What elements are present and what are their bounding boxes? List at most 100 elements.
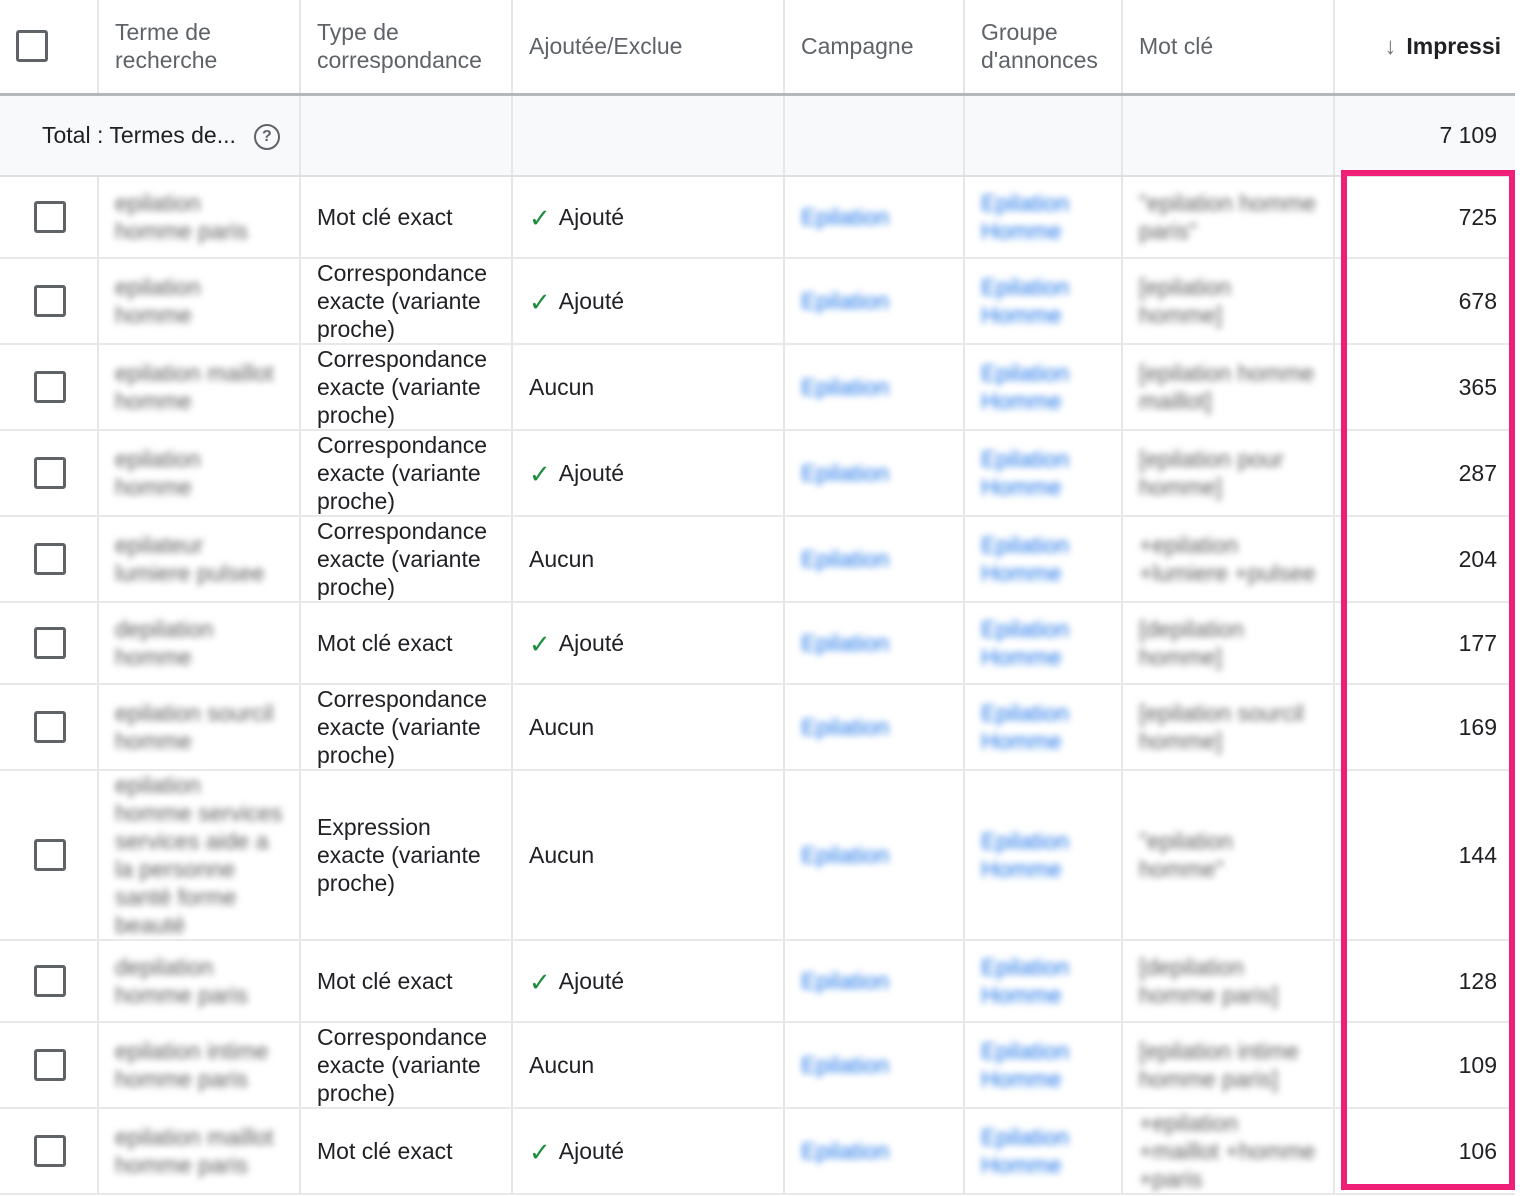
match-type: Expression exacte (variante proche) [299,770,512,941]
row-checkbox[interactable] [34,965,66,997]
added-excluded-cell: ✓ Ajouté [511,176,784,259]
campaign-link[interactable]: Epilation [801,1052,889,1078]
table-row[interactable]: epilateur lumiere pulsee Correspondance e… [0,516,1515,603]
search-terms-table: Terme de recherche Type de correspondanc… [0,0,1515,1195]
row-checkbox[interactable] [34,1135,66,1167]
table-row[interactable]: depilation homme paris Mot clé exact ✓ Ajou… [0,940,1515,1023]
table-row[interactable]: epilation homme services services aide a… [0,770,1515,941]
campaign-link[interactable]: Epilation [801,1138,889,1164]
keyword: [epilation sourcil homme] [1139,700,1304,754]
column-header-match-type[interactable]: Type de correspondance [299,0,512,96]
campaign-cell: Epilation [783,940,964,1023]
row-checkbox[interactable] [34,711,66,743]
ad-group-link[interactable]: Epilation Homme [981,1124,1069,1178]
ad-group-link[interactable]: Epilation Homme [981,190,1069,244]
row-checkbox[interactable] [34,371,66,403]
ad-group-cell: Epilation Homme [963,1022,1122,1109]
campaign-link[interactable]: Epilation [801,842,889,868]
search-term[interactable]: depilation homme paris [115,954,248,1008]
search-term[interactable]: epilateur lumiere pulsee [115,532,265,586]
ad-group-link[interactable]: Epilation Homme [981,1038,1069,1092]
keyword: [epilation pour homme] [1139,446,1284,500]
keyword: [depilation homme] [1139,616,1244,670]
campaign-link[interactable]: Epilation [801,546,889,572]
row-checkbox[interactable] [34,285,66,317]
row-select-cell[interactable] [0,1108,98,1195]
table-row[interactable]: epilation intime homme paris Correspondan… [0,1022,1515,1109]
search-term[interactable]: epilation homme services services aide a… [115,772,282,938]
ad-group-link[interactable]: Epilation Homme [981,700,1069,754]
search-term[interactable]: epilation maillot homme paris [115,1124,274,1178]
ad-group-link[interactable]: Epilation Homme [981,446,1069,500]
added-excluded-status: Aucun [529,374,595,400]
table-row[interactable]: epilation homme Correspondance exacte (va… [0,430,1515,517]
table-row[interactable]: epilation sourcil homme Correspondance ex… [0,684,1515,771]
row-select-cell[interactable] [0,516,98,603]
row-checkbox[interactable] [34,543,66,575]
table-row[interactable]: epilation homme paris Mot clé exact ✓ Ajout… [0,176,1515,259]
search-term[interactable]: epilation intime homme paris [115,1038,268,1092]
column-header-impressions-label: Impressi [1406,32,1501,59]
campaign-link[interactable]: Epilation [801,288,889,314]
help-icon[interactable]: ? [253,123,280,150]
sort-descending-icon[interactable]: ↓ [1384,33,1396,60]
search-term[interactable]: epilation sourcil homme [115,700,274,754]
header-select-all[interactable] [0,0,98,96]
campaign-cell: Epilation [783,684,964,771]
table-row[interactable]: epilation homme Correspondance exacte (va… [0,258,1515,345]
row-checkbox[interactable] [34,839,66,871]
campaign-link[interactable]: Epilation [801,460,889,486]
table-row[interactable]: epilation maillot homme Correspondance ex… [0,344,1515,431]
column-header-added-excluded[interactable]: Ajoutée/Exclue [511,0,784,96]
search-term[interactable]: epilation maillot homme [115,360,274,414]
column-header-keyword[interactable]: Mot clé [1121,0,1334,96]
ad-group-link[interactable]: Epilation Homme [981,532,1069,586]
total-label: Total : Termes de... [42,121,236,148]
ad-group-link[interactable]: Epilation Homme [981,274,1069,328]
column-header-impressions[interactable]: ↓ Impressi [1333,0,1515,96]
select-all-checkbox[interactable] [16,30,48,63]
row-checkbox[interactable] [34,201,66,233]
row-select-cell[interactable] [0,258,98,345]
table-row[interactable]: depilation homme Mot clé exact ✓ Ajouté Epil… [0,602,1515,685]
row-select-cell[interactable] [0,684,98,771]
row-select-cell[interactable] [0,602,98,685]
added-excluded-cell: ✓ Ajouté [511,940,784,1023]
scroll-edge [1515,0,1522,1196]
impressions-value: 725 [1333,176,1515,259]
search-term[interactable]: epilation homme [115,446,201,500]
column-header-ad-group[interactable]: Groupe d'annonces [963,0,1122,96]
row-select-cell[interactable] [0,1022,98,1109]
campaign-link[interactable]: Epilation [801,204,889,230]
table-header-row: Terme de recherche Type de correspondanc… [0,0,1515,96]
column-header-campaign[interactable]: Campagne [783,0,964,96]
row-select-cell[interactable] [0,176,98,259]
table-row[interactable]: epilation maillot homme paris Mot clé exa… [0,1108,1515,1195]
ad-group-link[interactable]: Epilation Homme [981,616,1069,670]
row-checkbox[interactable] [34,627,66,659]
campaign-link[interactable]: Epilation [801,630,889,656]
search-term[interactable]: depilation homme [115,616,213,670]
row-checkbox[interactable] [34,1049,66,1081]
added-excluded-status: Ajouté [558,967,625,994]
added-excluded-cell: ✓ Ajouté [511,602,784,685]
row-select-cell[interactable] [0,430,98,517]
search-term[interactable]: epilation homme [115,274,201,328]
column-header-search-term[interactable]: Terme de recherche [97,0,300,96]
row-select-cell[interactable] [0,344,98,431]
total-empty-cell [511,94,784,177]
ad-group-link[interactable]: Epilation Homme [981,828,1069,882]
row-checkbox[interactable] [34,457,66,489]
impressions-value: 128 [1333,940,1515,1023]
ad-group-link[interactable]: Epilation Homme [981,360,1069,414]
match-type: Correspondance exacte (variante proche) [299,430,512,517]
campaign-link[interactable]: Epilation [801,714,889,740]
campaign-link[interactable]: Epilation [801,968,889,994]
row-select-cell[interactable] [0,770,98,941]
ad-group-link[interactable]: Epilation Homme [981,954,1069,1008]
campaign-link[interactable]: Epilation [801,374,889,400]
search-term[interactable]: epilation homme paris [115,190,248,244]
match-type: Mot clé exact [299,602,512,685]
keyword: [epilation homme] [1139,274,1232,328]
row-select-cell[interactable] [0,940,98,1023]
